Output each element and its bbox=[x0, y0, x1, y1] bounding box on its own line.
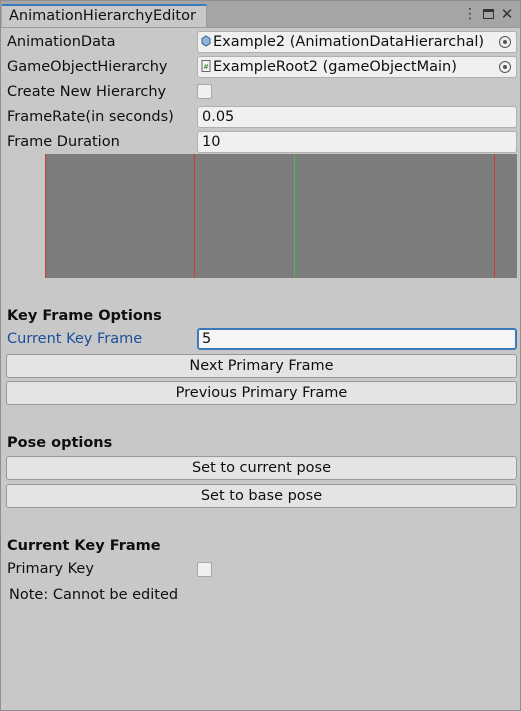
gameobject-hierarchy-field[interactable]: # ExampleRoot2 (gameObjectMain) bbox=[197, 56, 517, 78]
window-actions: ⋮ ✕ bbox=[463, 4, 514, 24]
script-icon: # bbox=[201, 60, 211, 72]
current-key-frame-label: Current Key Frame bbox=[7, 331, 143, 347]
object-picker-icon[interactable] bbox=[499, 61, 511, 73]
close-icon[interactable]: ✕ bbox=[500, 5, 514, 23]
gameobject-hierarchy-label: GameObjectHierarchy bbox=[7, 59, 168, 75]
set-to-current-pose-button[interactable]: Set to current pose bbox=[6, 456, 517, 480]
next-primary-frame-button[interactable]: Next Primary Frame bbox=[6, 354, 517, 378]
create-new-hierarchy-checkbox[interactable] bbox=[197, 84, 212, 99]
timeline-marker-red bbox=[45, 154, 46, 278]
current-key-frame-heading: Current Key Frame bbox=[7, 538, 161, 554]
kebab-menu-icon[interactable]: ⋮ bbox=[463, 5, 477, 23]
animation-data-label: AnimationData bbox=[7, 34, 116, 50]
note-text: Note: Cannot be edited bbox=[9, 587, 179, 603]
key-frame-options-heading: Key Frame Options bbox=[7, 308, 162, 324]
frame-duration-input[interactable]: 10 bbox=[197, 131, 517, 153]
current-key-frame-input[interactable]: 5 bbox=[197, 328, 517, 350]
frame-rate-label: FrameRate(in seconds) bbox=[7, 109, 174, 125]
timeline-current-marker bbox=[294, 154, 295, 278]
create-new-hierarchy-label: Create New Hierarchy bbox=[7, 84, 167, 100]
pose-options-heading: Pose options bbox=[7, 435, 113, 451]
timeline-marker-red bbox=[194, 154, 195, 278]
primary-key-checkbox[interactable] bbox=[197, 562, 212, 577]
frame-rate-input[interactable]: 0.05 bbox=[197, 106, 517, 128]
tab-animation-hierarchy-editor[interactable]: AnimationHierarchyEditor bbox=[2, 4, 207, 27]
timeline-view[interactable] bbox=[45, 154, 517, 278]
scriptable-object-icon bbox=[201, 35, 211, 47]
animation-data-value: Example2 (AnimationDataHierarchal) bbox=[213, 34, 485, 50]
editor-window: AnimationHierarchyEditor ⋮ ✕ AnimationDa… bbox=[0, 0, 521, 711]
gameobject-hierarchy-value: ExampleRoot2 (gameObjectMain) bbox=[213, 59, 457, 75]
set-to-base-pose-button[interactable]: Set to base pose bbox=[6, 484, 517, 508]
tab-bar: AnimationHierarchyEditor ⋮ ✕ bbox=[1, 1, 520, 28]
primary-key-label: Primary Key bbox=[7, 561, 94, 577]
object-picker-icon[interactable] bbox=[499, 36, 511, 48]
timeline-marker-red bbox=[494, 154, 495, 278]
frame-duration-label: Frame Duration bbox=[7, 134, 120, 150]
maximize-icon[interactable] bbox=[483, 9, 494, 19]
previous-primary-frame-button[interactable]: Previous Primary Frame bbox=[6, 381, 517, 405]
svg-text:#: # bbox=[203, 63, 209, 71]
animation-data-field[interactable]: Example2 (AnimationDataHierarchal) bbox=[197, 31, 517, 53]
